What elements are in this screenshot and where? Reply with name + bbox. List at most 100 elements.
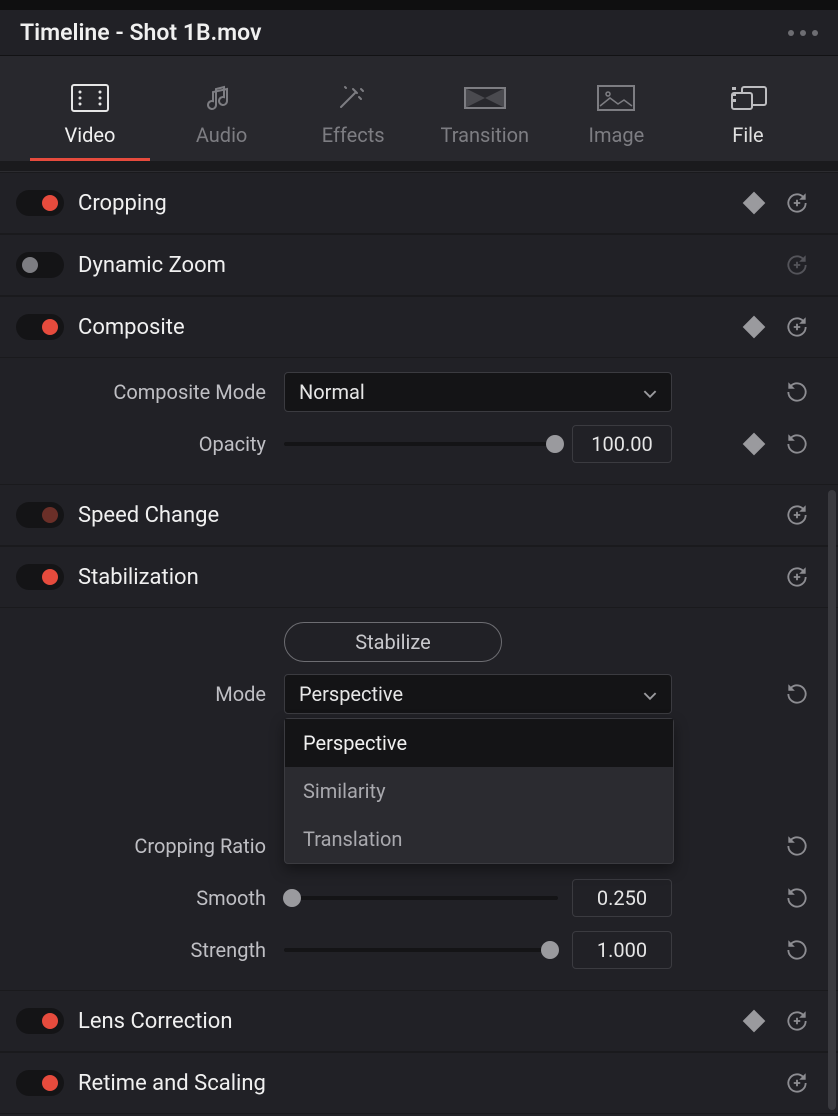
keyframe-icon[interactable] (743, 316, 766, 339)
strength-value[interactable]: 1.000 (572, 931, 672, 969)
stab-mode-label: Mode (0, 682, 266, 706)
image-icon (594, 83, 638, 113)
toggle-dynamic-zoom[interactable] (16, 252, 64, 278)
chevron-down-icon (643, 682, 657, 706)
tab-label: Transition (441, 123, 530, 147)
toggle-retime-scaling[interactable] (16, 1070, 64, 1096)
smooth-label: Smooth (0, 886, 266, 910)
section-actions (746, 190, 810, 216)
reset-add-icon[interactable] (784, 252, 810, 278)
effects-icon (331, 83, 375, 113)
reset-icon[interactable] (784, 937, 810, 963)
tab-audio[interactable]: Audio (162, 83, 282, 161)
row-composite-mode: Composite Mode Normal (0, 366, 838, 418)
section-actions (746, 1008, 810, 1034)
strength-label: Strength (0, 938, 266, 962)
keyframe-icon[interactable] (743, 433, 766, 456)
section-stabilization[interactable]: Stabilization (0, 546, 838, 608)
tab-transition[interactable]: Transition (425, 83, 545, 161)
section-actions (784, 502, 810, 528)
transition-icon (463, 83, 507, 113)
section-title: Dynamic Zoom (78, 253, 770, 278)
tab-label: Video (65, 123, 116, 147)
row-smooth: Smooth 0.250 (0, 872, 838, 924)
composite-mode-label: Composite Mode (0, 380, 266, 404)
section-cropping[interactable]: Cropping (0, 172, 838, 234)
section-actions (746, 314, 810, 340)
tabs-bar: Video Audio Effects Transition Image (0, 56, 838, 162)
reset-icon[interactable] (784, 885, 810, 911)
dropdown-item-similarity[interactable]: Similarity (285, 767, 673, 815)
row-opacity: Opacity 100.00 (0, 418, 838, 470)
opacity-label: Opacity (0, 432, 266, 456)
section-title: Speed Change (78, 503, 770, 528)
select-value: Perspective (299, 682, 403, 706)
more-icon[interactable] (788, 30, 818, 36)
tab-effects[interactable]: Effects (293, 83, 413, 161)
toggle-lens-correction[interactable] (16, 1008, 64, 1034)
toggle-speed-change[interactable] (16, 502, 64, 528)
dropdown-item-perspective[interactable]: Perspective (285, 719, 673, 767)
smooth-slider[interactable] (284, 888, 558, 908)
titlebar: Timeline - Shot 1B.mov (0, 0, 838, 56)
section-lens-correction[interactable]: Lens Correction (0, 990, 838, 1052)
stabilize-button[interactable]: Stabilize (284, 622, 502, 662)
keyframe-icon[interactable] (743, 192, 766, 215)
tab-video[interactable]: Video (30, 83, 150, 161)
opacity-slider[interactable] (284, 434, 558, 454)
section-actions (784, 1070, 810, 1096)
toggle-cropping[interactable] (16, 190, 64, 216)
section-actions (784, 252, 810, 278)
strength-slider[interactable] (284, 940, 558, 960)
row-stabilize-button: Stabilize (0, 616, 838, 668)
reset-add-icon[interactable] (784, 564, 810, 590)
scrollbar-thumb[interactable] (828, 490, 836, 1110)
keyframe-icon[interactable] (743, 1010, 766, 1033)
toggle-composite[interactable] (16, 314, 64, 340)
section-dynamic-zoom[interactable]: Dynamic Zoom (0, 234, 838, 296)
inspector-panel: Timeline - Shot 1B.mov Video Audio Effec… (0, 0, 838, 1116)
section-speed-change[interactable]: Speed Change (0, 484, 838, 546)
stabilization-body: Stabilize Mode Perspective Perspective S… (0, 608, 838, 990)
tab-label: Image (589, 123, 645, 147)
stab-mode-select[interactable]: Perspective (284, 674, 672, 714)
reset-icon[interactable] (784, 431, 810, 457)
reset-add-icon[interactable] (784, 190, 810, 216)
section-title: Lens Correction (78, 1009, 732, 1034)
reset-icon[interactable] (784, 833, 810, 859)
composite-mode-select[interactable]: Normal (284, 372, 672, 412)
composite-body: Composite Mode Normal Opacity (0, 358, 838, 484)
section-actions (784, 564, 810, 590)
row-stab-mode: Mode Perspective Perspective Similarity … (0, 668, 838, 720)
section-title: Retime and Scaling (78, 1071, 770, 1096)
toggle-stabilization[interactable] (16, 564, 64, 590)
spacer (0, 162, 838, 172)
reset-add-icon[interactable] (784, 314, 810, 340)
video-icon (68, 83, 112, 113)
tab-image[interactable]: Image (556, 83, 676, 161)
tab-label: Effects (322, 123, 385, 147)
reset-icon[interactable] (784, 681, 810, 707)
reset-add-icon[interactable] (784, 1008, 810, 1034)
cropping-ratio-label: Cropping Ratio (0, 834, 266, 858)
section-title: Stabilization (78, 565, 770, 590)
sections-scroll[interactable]: Cropping Dynamic Zoom Composite (0, 172, 838, 1116)
section-retime-scaling[interactable]: Retime and Scaling (0, 1052, 838, 1114)
reset-add-icon[interactable] (784, 1070, 810, 1096)
section-title: Cropping (78, 191, 732, 216)
tab-label: Audio (196, 123, 248, 147)
stab-mode-dropdown[interactable]: Perspective Similarity Translation (284, 718, 674, 864)
smooth-value[interactable]: 0.250 (572, 879, 672, 917)
chevron-down-icon (643, 380, 657, 404)
reset-icon[interactable] (784, 379, 810, 405)
section-composite[interactable]: Composite (0, 296, 838, 358)
select-value: Normal (299, 380, 365, 404)
reset-add-icon[interactable] (784, 502, 810, 528)
audio-icon (200, 83, 244, 113)
dropdown-item-translation[interactable]: Translation (285, 815, 673, 863)
tab-label: File (732, 123, 763, 147)
file-icon (726, 83, 770, 113)
tab-file[interactable]: File (688, 83, 808, 161)
panel-title: Timeline - Shot 1B.mov (20, 19, 261, 46)
opacity-value[interactable]: 100.00 (572, 425, 672, 463)
